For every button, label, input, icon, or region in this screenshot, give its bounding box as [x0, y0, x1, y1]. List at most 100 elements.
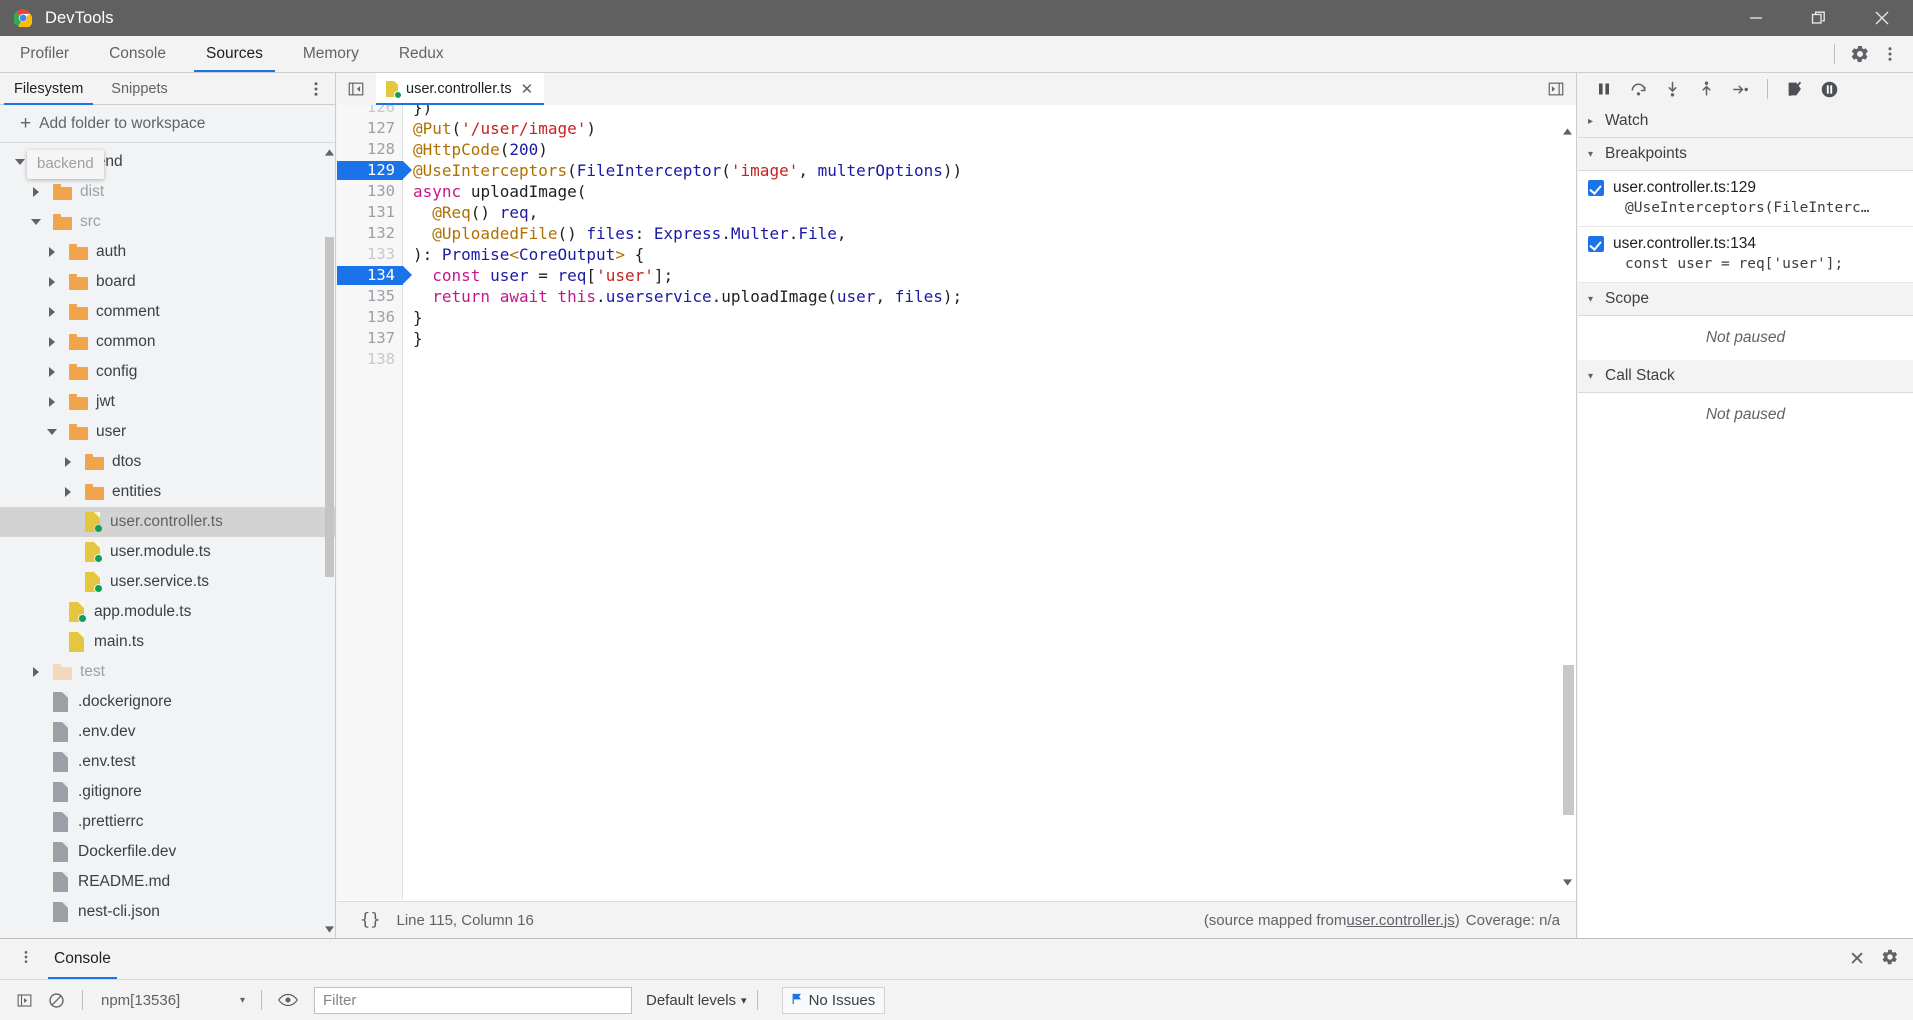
kebab-menu-icon[interactable] — [1875, 39, 1905, 69]
close-icon[interactable]: ✕ — [1849, 948, 1865, 971]
line-number[interactable]: 136 — [337, 307, 395, 328]
tab-filesystem[interactable]: Filesystem — [0, 73, 97, 105]
tree-item-src[interactable]: src — [0, 207, 335, 237]
code-line[interactable]: 132 @UploadedFile() files: Express.Multe… — [337, 223, 1560, 244]
section-breakpoints[interactable]: ▾ Breakpoints — [1578, 138, 1913, 171]
step-into-icon[interactable] — [1655, 75, 1689, 103]
chevron-right-icon[interactable] — [44, 244, 60, 260]
minimize-icon[interactable] — [1724, 0, 1787, 36]
tree-item-dist[interactable]: dist — [0, 177, 335, 207]
code-line[interactable]: 126}) — [337, 105, 1560, 118]
chevron-right-icon[interactable] — [44, 274, 60, 290]
step-out-icon[interactable] — [1689, 75, 1723, 103]
tree-item-board[interactable]: board — [0, 267, 335, 297]
restore-icon[interactable] — [1787, 0, 1850, 36]
tab-redux[interactable]: Redux — [379, 36, 464, 72]
console-context-selector[interactable]: npm[13536] ▾ — [101, 992, 251, 1009]
show-debugger-sidebar-icon[interactable] — [1536, 73, 1576, 105]
chevron-right-icon[interactable] — [60, 454, 76, 470]
line-number[interactable]: 133 — [337, 244, 395, 265]
line-number[interactable]: 127 — [337, 118, 395, 139]
clear-console-icon[interactable] — [40, 985, 72, 1015]
editor-tab-user-controller[interactable]: user.controller.ts ✕ — [376, 73, 545, 105]
kebab-menu-icon[interactable] — [307, 79, 325, 104]
line-number[interactable]: 137 — [337, 328, 395, 349]
chevron-right-icon[interactable] — [44, 394, 60, 410]
close-icon[interactable] — [1850, 0, 1913, 36]
tree-item-dockerfile-dev[interactable]: Dockerfile.dev — [0, 837, 335, 867]
chevron-right-icon[interactable] — [60, 484, 76, 500]
code-line-with-breakpoint[interactable]: 129 @UseInterceptors(FileInterceptor('ima… — [337, 160, 1560, 181]
chevron-right-icon[interactable] — [28, 664, 44, 680]
section-watch[interactable]: ▸ Watch — [1578, 105, 1913, 138]
tree-item-readme-md[interactable]: README.md — [0, 867, 335, 897]
code-line-with-breakpoint[interactable]: 134 const user = req['user']; — [337, 265, 1560, 286]
line-number[interactable]: 131 — [337, 202, 395, 223]
show-navigator-icon[interactable] — [336, 73, 376, 105]
tree-item-gitignore[interactable]: .gitignore — [0, 777, 335, 807]
code-line[interactable]: 137} — [337, 328, 1560, 349]
section-scope[interactable]: ▾ Scope — [1578, 283, 1913, 316]
tree-item-jwt[interactable]: jwt — [0, 387, 335, 417]
line-number[interactable]: 135 — [337, 286, 395, 307]
chevron-right-icon[interactable] — [44, 304, 60, 320]
source-map-link[interactable]: user.controller.js — [1346, 912, 1454, 929]
breakpoint-checkbox[interactable] — [1588, 236, 1604, 252]
tab-memory[interactable]: Memory — [283, 36, 379, 72]
tree-item-prettierrc[interactable]: .prettierrc — [0, 807, 335, 837]
code-line[interactable]: 135 return await this.userservice.upload… — [337, 286, 1560, 307]
gear-icon[interactable] — [1845, 39, 1875, 69]
tree-item-env-test[interactable]: .env.test — [0, 747, 335, 777]
code-line[interactable]: 130 async uploadImage( — [337, 181, 1560, 202]
drawer-tab-console[interactable]: Console — [48, 939, 117, 979]
pause-on-exceptions-icon[interactable] — [1812, 75, 1846, 103]
tree-item-auth[interactable]: auth — [0, 237, 335, 267]
tree-item-main-ts[interactable]: main.ts — [0, 627, 335, 657]
close-icon[interactable]: ✕ — [518, 80, 537, 99]
line-number[interactable]: 128 — [337, 139, 395, 160]
gear-icon[interactable] — [1881, 948, 1899, 971]
tree-item-app-module-ts[interactable]: app.module.ts — [0, 597, 335, 627]
chevron-down-icon[interactable] — [28, 214, 44, 230]
tree-item-env-dev[interactable]: .env.dev — [0, 717, 335, 747]
chevron-down-icon[interactable] — [12, 154, 28, 170]
tab-profiler[interactable]: Profiler — [0, 36, 89, 72]
line-number[interactable]: 126 — [337, 105, 395, 118]
deactivate-breakpoints-icon[interactable] — [1778, 75, 1812, 103]
breakpoint-item[interactable]: user.controller.ts:134 const user = req[… — [1578, 227, 1913, 283]
code-lines[interactable]: 126}) 127 @Put('/user/image') 128 @HttpCode(… — [337, 105, 1560, 370]
tree-item-config[interactable]: config — [0, 357, 335, 387]
show-console-sidebar-icon[interactable] — [8, 985, 40, 1015]
editor-scroll-up-icon[interactable] — [1560, 123, 1575, 139]
tree-item-dtos[interactable]: dtos — [0, 447, 335, 477]
tree-item-dockerignore[interactable]: .dockerignore — [0, 687, 335, 717]
chevron-right-icon[interactable] — [44, 334, 60, 350]
chevron-right-icon[interactable] — [28, 184, 44, 200]
line-number[interactable]: 134 — [337, 265, 395, 286]
add-folder-to-workspace-button[interactable]: + Add folder to workspace — [0, 105, 335, 143]
step-icon[interactable] — [1723, 75, 1757, 103]
line-number[interactable]: 130 — [337, 181, 395, 202]
code-line[interactable]: 128 @HttpCode(200) — [337, 139, 1560, 160]
tree-item-user-service-ts[interactable]: user.service.ts — [0, 567, 335, 597]
pause-icon[interactable] — [1587, 75, 1621, 103]
code-line[interactable]: 133): Promise<CoreOutput> { — [337, 244, 1560, 265]
code-line[interactable]: 127 @Put('/user/image') — [337, 118, 1560, 139]
tab-snippets[interactable]: Snippets — [97, 73, 181, 105]
tree-item-test[interactable]: test — [0, 657, 335, 687]
tab-console[interactable]: Console — [89, 36, 186, 72]
code-line[interactable]: 136} — [337, 307, 1560, 328]
live-expression-icon[interactable] — [272, 985, 304, 1015]
breakpoint-item[interactable]: user.controller.ts:129 @UseInterceptors(… — [1578, 171, 1913, 227]
issues-button[interactable]: No Issues — [781, 986, 886, 1014]
tab-sources[interactable]: Sources — [186, 36, 283, 72]
kebab-menu-icon[interactable] — [18, 948, 34, 971]
console-filter-input[interactable]: Filter — [314, 986, 632, 1014]
chevron-down-icon[interactable] — [44, 424, 60, 440]
editor-scrollbar-thumb[interactable] — [1563, 665, 1574, 815]
editor-scroll-down-icon[interactable] — [1560, 874, 1575, 890]
tree-item-entities[interactable]: entities — [0, 477, 335, 507]
line-number[interactable]: 132 — [337, 223, 395, 244]
navigator-scrollbar-thumb[interactable] — [325, 237, 334, 577]
tree-item-user[interactable]: user — [0, 417, 335, 447]
